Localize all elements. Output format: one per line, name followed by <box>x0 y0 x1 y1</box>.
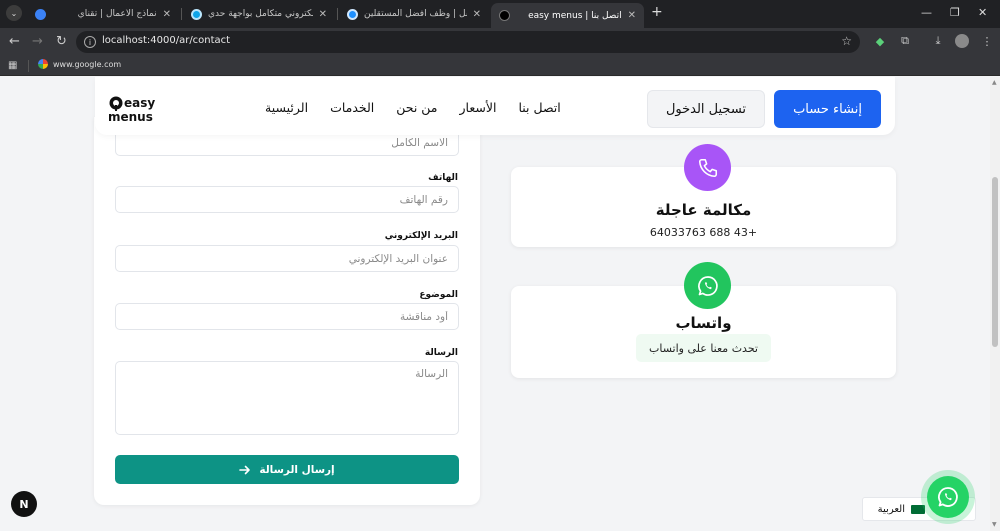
language-label: العربية <box>877 503 905 515</box>
tab-search-icon[interactable]: ⌄ <box>6 5 22 21</box>
main-nav: الرئيسية الخدمات من نحن الأسعار اتصل بنا <box>265 100 561 115</box>
tab-favicon-icon <box>499 10 510 21</box>
nav-services[interactable]: الخدمات <box>330 100 374 115</box>
extension-icon[interactable]: ◆ <box>873 34 887 48</box>
site-header: easy menus الرئيسية الخدمات من نحن الأسع… <box>95 77 895 135</box>
tab-close-icon[interactable]: ✕ <box>163 9 171 20</box>
extensions-puzzle-icon[interactable]: ⧉ <box>898 34 912 48</box>
easy-menus-logo[interactable]: easy menus <box>107 95 162 123</box>
urgent-call-title: مكالمة عاجلة <box>655 201 752 219</box>
login-button[interactable]: تسجيل الدخول <box>647 90 765 128</box>
google-icon <box>38 59 48 69</box>
browser-tab-active[interactable]: easy menus | اتصل بنا ✕ <box>491 3 644 28</box>
new-tab-button[interactable]: + <box>651 4 663 20</box>
email-input[interactable] <box>115 245 459 272</box>
signup-button[interactable]: إنشاء حساب <box>774 90 881 128</box>
tab-favicon-icon <box>347 8 358 20</box>
browser-tab[interactable]: متجر إلكتروني متكامل بواجهة حدي ✕ <box>183 3 335 25</box>
email-label: البريد الإلكتروني <box>384 231 458 241</box>
page-scrollbar[interactable]: ▲ ▼ <box>990 77 1000 531</box>
browser-tab[interactable]: نماذج الأعمال | تقنأي ✕ <box>27 3 179 25</box>
whatsapp-icon <box>697 275 718 296</box>
bookmarks-separator <box>28 60 29 72</box>
tab-close-icon[interactable]: ✕ <box>628 10 636 21</box>
whatsapp-floating-inner <box>927 476 969 518</box>
nav-pricing[interactable]: الأسعار <box>460 100 497 115</box>
close-window-icon[interactable]: ✕ <box>978 6 987 19</box>
nav-about[interactable]: من نحن <box>396 100 437 115</box>
subject-input[interactable] <box>115 303 459 330</box>
whatsapp-icon-circle <box>684 262 731 309</box>
address-bar[interactable]: i localhost:4000/ar/contact ☆ <box>76 31 860 53</box>
scroll-down-icon[interactable]: ▼ <box>992 521 997 528</box>
phone-label: الهاتف <box>428 173 458 183</box>
phone-input[interactable] <box>115 186 459 213</box>
nav-contact[interactable]: اتصل بنا <box>518 100 560 115</box>
send-message-button[interactable]: إرسال الرسالة <box>115 455 459 484</box>
back-icon[interactable]: ← <box>9 34 20 50</box>
whatsapp-card: واتساب تحدث معنا على واتساب <box>511 262 896 378</box>
tab-separator <box>337 8 338 20</box>
forward-icon[interactable]: → <box>32 34 43 50</box>
whatsapp-chat-link[interactable]: تحدث معنا على واتساب <box>636 334 771 362</box>
whatsapp-float-icon <box>938 487 958 507</box>
reload-icon[interactable]: ↻ <box>56 34 67 50</box>
tab-close-icon[interactable]: ✕ <box>319 9 327 20</box>
page-content: الهاتف البريد الإلكتروني الموضوع الرسالة… <box>0 77 990 531</box>
urgent-call-card: مكالمة عاجلة +43 688 64033763 <box>511 144 896 247</box>
browser-tab-bar: ⌄ نماذج الأعمال | تقنأي ✕ متجر إلكتروني … <box>0 0 1000 28</box>
site-info-icon[interactable]: i <box>84 36 96 48</box>
logo-text-top: easy <box>124 96 155 110</box>
minimize-icon[interactable]: — <box>921 6 932 19</box>
contact-form: الهاتف البريد الإلكتروني الموضوع الرسالة… <box>94 117 480 505</box>
subject-label: الموضوع <box>419 290 458 300</box>
tab-favicon-icon <box>191 8 202 20</box>
bookmarks-bar: ▦ www.google.com <box>0 56 1000 76</box>
whatsapp-title: واتساب <box>675 314 732 332</box>
tab-separator <box>181 8 182 20</box>
download-icon[interactable]: ⤓ <box>931 34 945 48</box>
bookmark-google[interactable]: www.google.com <box>38 59 121 69</box>
nav-home[interactable]: الرئيسية <box>265 100 308 115</box>
profile-avatar[interactable] <box>955 34 969 48</box>
scrollbar-thumb[interactable] <box>992 177 998 347</box>
phone-number[interactable]: +43 688 64033763 <box>511 226 896 239</box>
tab-favicon-icon <box>35 8 46 20</box>
arrow-right-icon <box>239 465 251 474</box>
menu-dots-icon[interactable]: ⋮ <box>980 34 994 48</box>
bookmark-star-icon[interactable]: ☆ <box>841 34 852 48</box>
phone-icon <box>698 158 717 177</box>
browser-toolbar: ← → ↻ i localhost:4000/ar/contact ☆ ◆ ⧉ … <box>0 28 1000 56</box>
message-label: الرسالة <box>424 348 458 358</box>
scroll-up-icon[interactable]: ▲ <box>992 79 997 86</box>
nextjs-dev-badge[interactable]: N <box>11 491 37 517</box>
restore-icon[interactable]: ❐ <box>950 6 960 19</box>
browser-tab[interactable]: مستقل | وظف أفضل المستقلين ✕ <box>339 3 489 25</box>
apps-grid-icon[interactable]: ▦ <box>8 60 17 71</box>
whatsapp-floating-button[interactable] <box>921 470 975 524</box>
address-url[interactable]: localhost:4000/ar/contact <box>102 35 230 46</box>
tab-close-icon[interactable]: ✕ <box>473 9 481 20</box>
phone-icon-circle <box>684 144 731 191</box>
logo-text-bottom: menus <box>108 110 153 123</box>
message-textarea[interactable] <box>115 361 459 435</box>
